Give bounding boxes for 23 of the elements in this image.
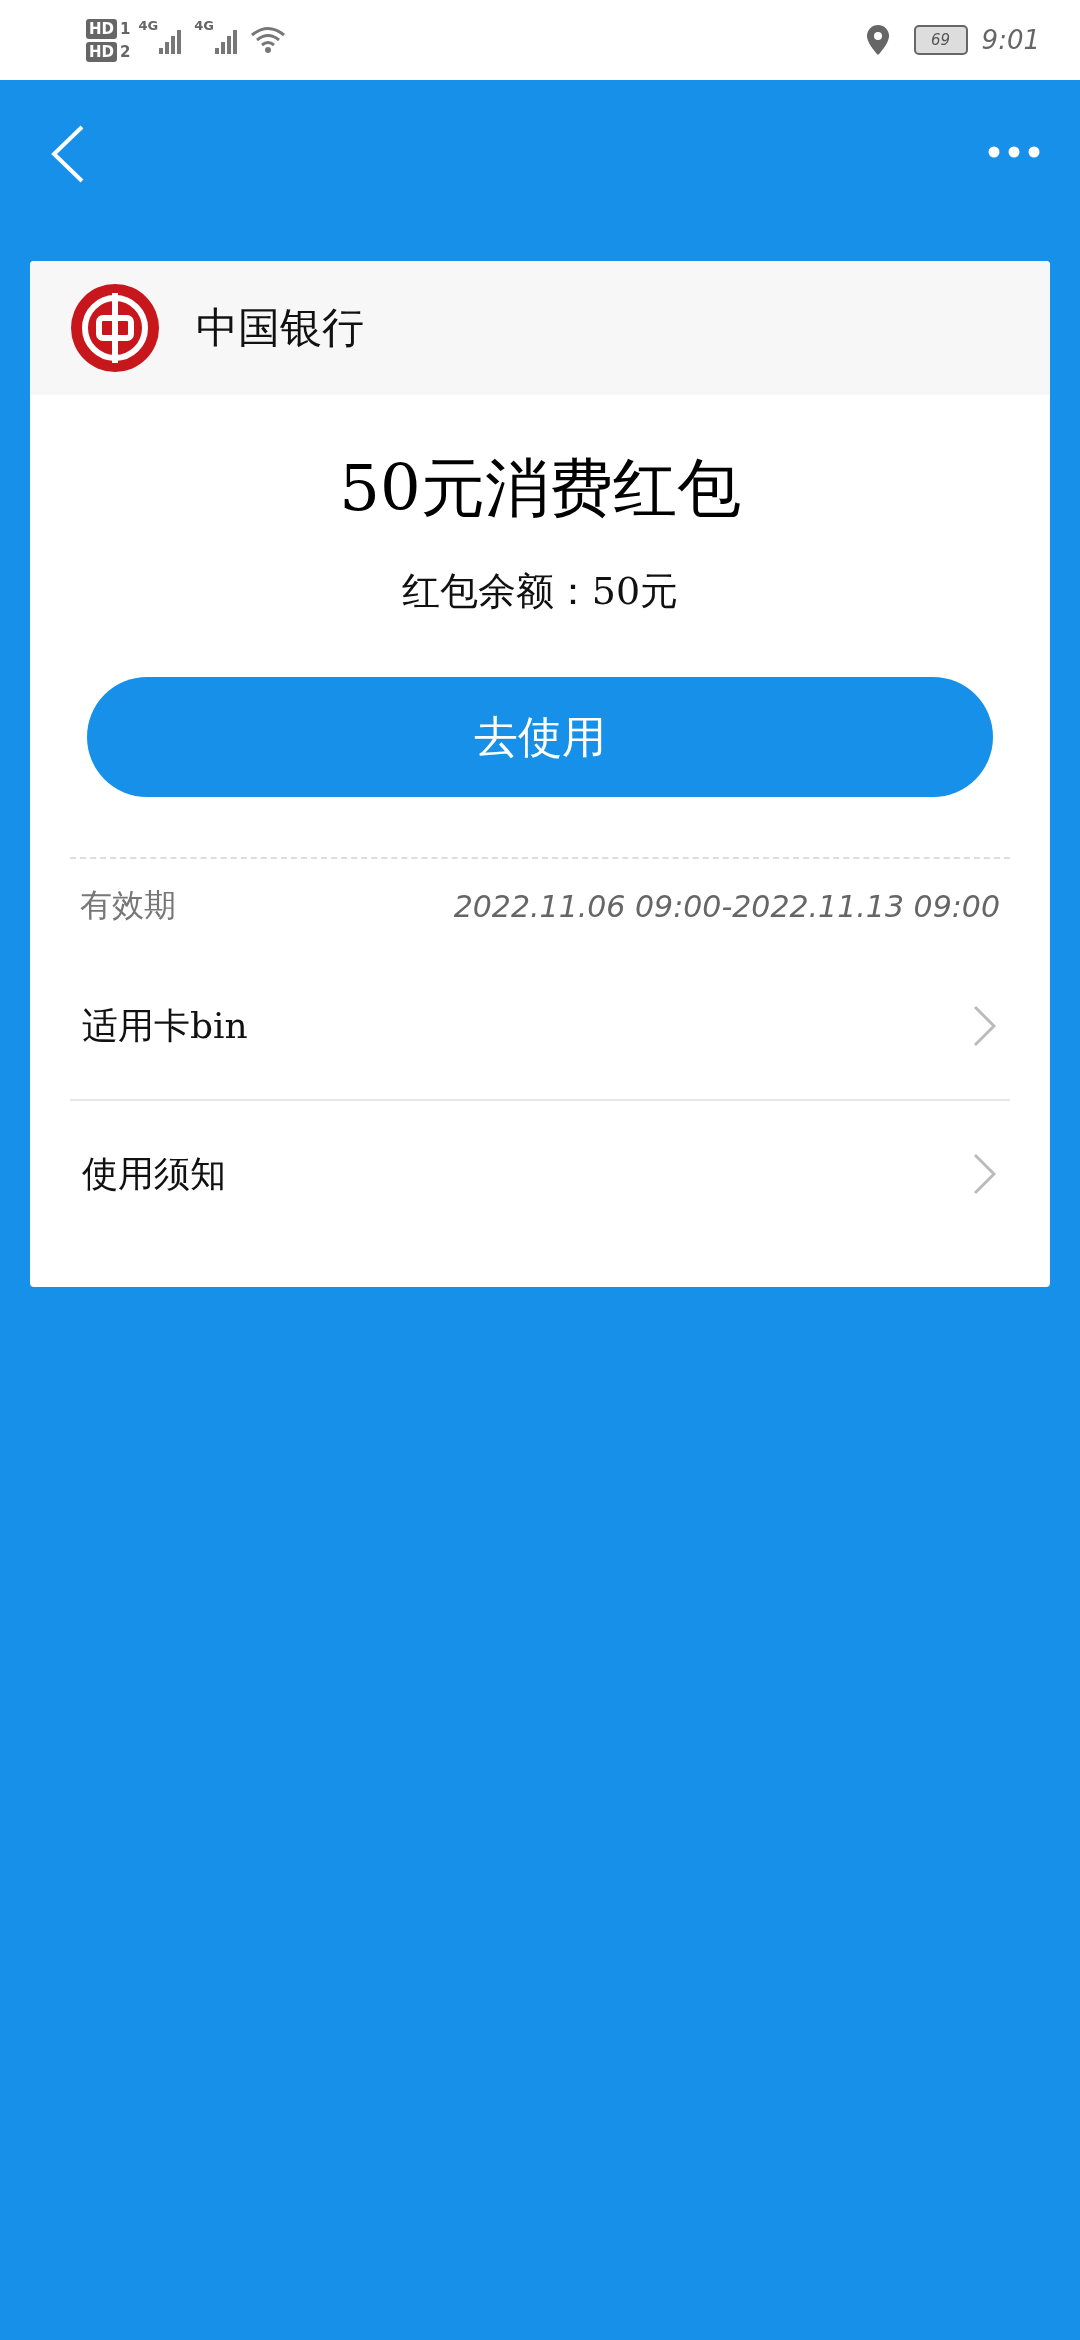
link-row[interactable]: 适用卡bin <box>70 953 1010 1101</box>
sim-slot: 2 <box>120 43 131 61</box>
network-type: 4G <box>138 18 159 33</box>
link-row[interactable]: 使用须知 <box>70 1101 1010 1247</box>
bank-name: 中国银行 <box>196 302 364 354</box>
chevron-right-icon <box>972 1152 998 1196</box>
wifi-icon <box>249 26 286 54</box>
link-label: 适用卡bin <box>82 1003 248 1048</box>
coupon-title: 50元消费红包 <box>339 450 741 527</box>
battery-icon: 69 <box>913 25 968 55</box>
validity-label: 有效期 <box>80 885 176 926</box>
sim-badge: HD <box>86 42 117 62</box>
link-label: 使用须知 <box>82 1151 226 1196</box>
more-icon[interactable] <box>988 146 1040 158</box>
bank-logo-icon <box>70 283 160 373</box>
sim-slot: 1 <box>120 20 131 38</box>
chevron-right-icon <box>972 1004 998 1048</box>
validity-value: 2022.11.06 09:00-2022.11.13 09:00 <box>453 888 1000 924</box>
coupon-balance: 红包余额：50元 <box>401 568 679 615</box>
sim-badge: HD <box>86 19 117 39</box>
clock: 9:01 <box>981 25 1040 55</box>
network-type: 4G <box>194 18 214 33</box>
location-icon <box>865 24 890 56</box>
